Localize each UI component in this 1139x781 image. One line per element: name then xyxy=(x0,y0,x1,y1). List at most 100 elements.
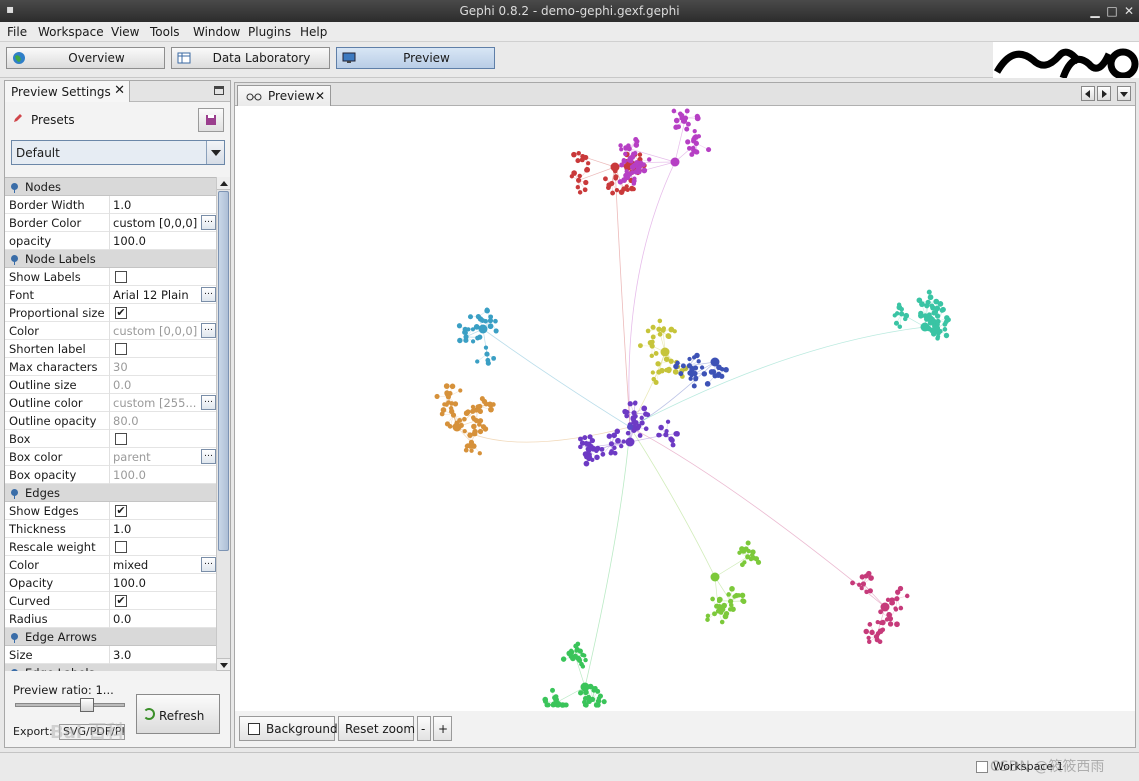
preview-tab[interactable]: Preview ✕ xyxy=(237,85,331,106)
menu-window[interactable]: Window xyxy=(193,25,240,39)
chevron-down-icon[interactable] xyxy=(206,141,224,164)
scroll-thumb[interactable] xyxy=(218,191,229,551)
property-checkbox[interactable] xyxy=(115,433,127,445)
graph-node xyxy=(864,589,869,595)
property-value[interactable]: Arial 12 Plain xyxy=(113,288,199,302)
maximize-icon[interactable]: □ xyxy=(1104,3,1120,19)
zoom-out-button[interactable]: - xyxy=(417,716,431,741)
tab-list-icon[interactable] xyxy=(1117,86,1131,101)
property-label: Curved xyxy=(9,594,51,608)
property-value[interactable]: custom [0,0,0] xyxy=(113,216,199,230)
graph-node xyxy=(637,343,643,349)
property-editor-button[interactable]: … xyxy=(201,395,216,410)
refresh-button[interactable]: Refresh xyxy=(136,694,220,734)
property-editor-button[interactable]: … xyxy=(201,449,216,464)
property-checkbox[interactable]: ✔ xyxy=(115,505,127,517)
save-preset-button[interactable] xyxy=(198,108,224,132)
zoom-in-label: + xyxy=(438,722,449,736)
graph-node xyxy=(867,622,873,627)
property-value[interactable]: 30 xyxy=(113,360,199,374)
property-value[interactable]: 1.0 xyxy=(113,198,199,212)
menu-plugins[interactable]: Plugins xyxy=(248,25,291,39)
menu-help[interactable]: Help xyxy=(300,25,327,39)
graph-node xyxy=(443,383,450,390)
property-value[interactable]: 100.0 xyxy=(113,468,199,482)
scroll-tabs-right-icon[interactable] xyxy=(1097,86,1111,101)
property-value[interactable]: 0.0 xyxy=(113,612,199,626)
property-value[interactable]: 0.0 xyxy=(113,378,199,392)
menu-workspace[interactable]: Workspace xyxy=(38,25,104,39)
graph-node xyxy=(582,187,588,193)
graph-node xyxy=(670,442,676,448)
property-checkbox[interactable] xyxy=(115,541,127,553)
property-category[interactable]: Edges xyxy=(5,484,216,502)
property-value[interactable]: 100.0 xyxy=(113,576,199,590)
property-value[interactable]: 100.0 xyxy=(113,234,199,248)
graph-node xyxy=(485,360,491,366)
menu-file[interactable]: File xyxy=(7,25,27,39)
menu-tools[interactable]: Tools xyxy=(150,25,180,39)
zoom-in-button[interactable]: + xyxy=(433,716,452,741)
property-label: Rescale weight xyxy=(9,540,96,554)
property-checkbox[interactable]: ✔ xyxy=(115,307,127,319)
background-toggle[interactable]: Background xyxy=(239,716,338,741)
property-label: Border Color xyxy=(9,216,82,230)
scroll-down-icon[interactable] xyxy=(217,658,230,671)
graph-node xyxy=(587,444,593,450)
property-value[interactable]: 1.0 xyxy=(113,522,199,536)
preset-select[interactable]: Default xyxy=(11,140,225,165)
property-checkbox[interactable]: ✔ xyxy=(115,595,127,607)
property-value[interactable]: 3.0 xyxy=(113,648,199,662)
property-scrollbar[interactable] xyxy=(216,177,230,671)
graph-node xyxy=(626,146,632,152)
graph-node xyxy=(656,432,662,438)
reset-zoom-button[interactable]: Reset zoom xyxy=(338,716,415,741)
close-icon[interactable]: ✕ xyxy=(1121,3,1137,19)
close-tab-icon[interactable]: ✕ xyxy=(114,83,125,98)
background-checkbox[interactable] xyxy=(248,723,260,735)
preview-button[interactable]: Preview xyxy=(336,47,495,69)
graph-node xyxy=(479,396,485,402)
minimize-panel-icon[interactable] xyxy=(214,86,224,95)
property-checkbox[interactable] xyxy=(115,271,127,283)
property-category[interactable]: Nodes xyxy=(5,178,216,196)
graph-node xyxy=(487,323,494,330)
property-editor-button[interactable]: … xyxy=(201,557,216,572)
overview-button[interactable]: Overview xyxy=(6,47,165,69)
property-editor-button[interactable]: … xyxy=(201,287,216,302)
graph-node xyxy=(583,179,589,186)
graph-node xyxy=(645,412,651,418)
workspace-icon[interactable] xyxy=(976,761,988,773)
graph-hub-node xyxy=(580,682,590,692)
property-value[interactable]: parent xyxy=(113,450,199,464)
monitor-icon xyxy=(342,52,356,63)
graph-node xyxy=(866,635,871,640)
property-category[interactable]: Node Labels xyxy=(5,250,216,268)
property-category[interactable]: Edge Labels xyxy=(5,664,216,671)
property-checkbox[interactable] xyxy=(115,343,127,355)
data-laboratory-button[interactable]: Data Laboratory xyxy=(171,47,330,69)
scroll-tabs-left-icon[interactable] xyxy=(1081,86,1095,101)
property-value[interactable]: custom [255... xyxy=(113,396,199,410)
graph-node xyxy=(550,687,555,693)
property-value[interactable]: mixed xyxy=(113,558,199,572)
preview-tab-label: Preview xyxy=(268,89,315,103)
menu-view[interactable]: View xyxy=(111,25,139,39)
property-value[interactable]: 80.0 xyxy=(113,414,199,428)
property-category[interactable]: Edge Arrows xyxy=(5,628,216,646)
property-editor-button[interactable]: … xyxy=(201,323,216,338)
scroll-up-icon[interactable] xyxy=(217,177,230,190)
property-label: opacity xyxy=(9,234,52,248)
graph-preview-canvas[interactable] xyxy=(235,107,1135,709)
preview-settings-tab[interactable]: Preview Settings ✕ xyxy=(5,81,130,102)
graph-node xyxy=(705,617,710,622)
slider-knob[interactable] xyxy=(80,698,94,712)
property-editor-button[interactable]: … xyxy=(201,215,216,230)
close-preview-tab-icon[interactable]: ✕ xyxy=(315,89,325,103)
preview-ratio-slider[interactable] xyxy=(15,698,125,712)
graph-node xyxy=(462,428,467,434)
graph-node xyxy=(866,570,872,577)
graph-node xyxy=(560,656,567,662)
minimize-icon[interactable]: ▁ xyxy=(1087,3,1103,19)
property-value[interactable]: custom [0,0,0] xyxy=(113,324,199,338)
